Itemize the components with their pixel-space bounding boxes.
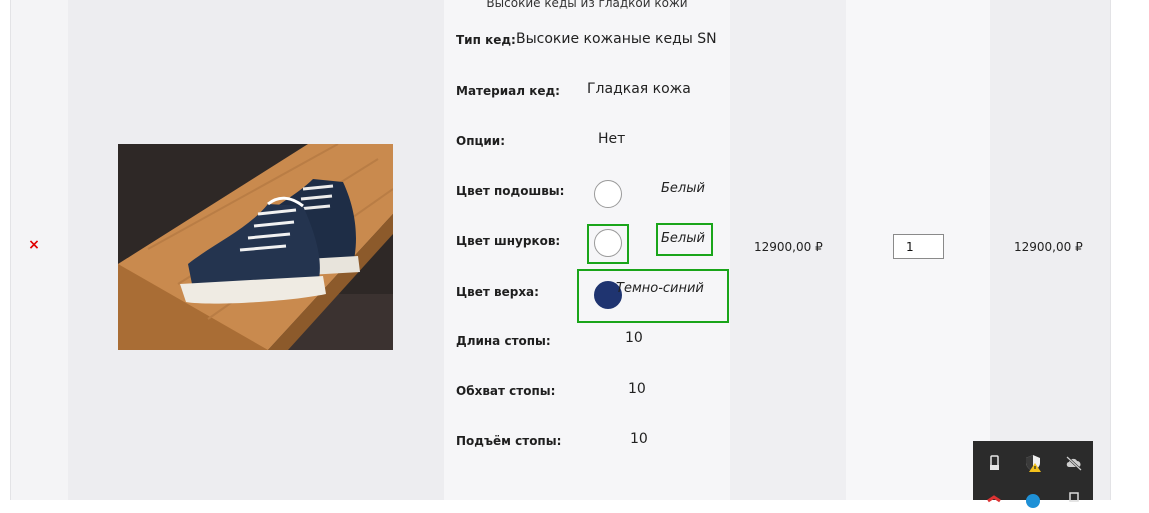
upper-color-highlight — [577, 269, 729, 323]
unit-price: 12900,00 ₽ — [754, 240, 823, 254]
option-label-foot-length: Длина стопы: — [456, 334, 551, 348]
option-value-sole-color: Белый — [661, 181, 705, 196]
usb-icon[interactable] — [984, 453, 1004, 473]
line-total: 12900,00 ₽ — [1014, 240, 1083, 254]
option-label-instep: Подъём стопы: — [456, 434, 562, 448]
quantity-input[interactable] — [893, 234, 944, 259]
sole-color-swatch — [594, 180, 622, 208]
option-value-foot-length: 10 — [625, 330, 643, 346]
option-value-instep: 10 — [630, 431, 648, 447]
shield-warning-icon[interactable] — [1023, 453, 1043, 473]
option-label-lace-color: Цвет шнурков: — [456, 234, 561, 248]
sneakers-photo — [118, 144, 393, 350]
red-app-icon[interactable] — [984, 489, 1004, 509]
product-image — [118, 144, 393, 350]
option-label-sole-color: Цвет подошвы: — [456, 184, 565, 198]
product-subtitle: Высокие кеды из гладкой кожи — [486, 0, 688, 10]
option-label-options: Опции: — [456, 134, 506, 148]
lace-value-highlight — [656, 223, 713, 256]
option-label-upper-color: Цвет верха: — [456, 285, 539, 299]
blue-app-icon[interactable] — [1023, 489, 1043, 509]
option-value-foot-girth: 10 — [628, 381, 646, 397]
option-value-options: Нет — [598, 131, 626, 147]
cloud-off-icon[interactable] — [1064, 453, 1084, 473]
option-label-foot-girth: Обхват стопы: — [456, 384, 556, 398]
remove-item-button[interactable]: × — [26, 237, 42, 253]
option-value-type: Высокие кожаные кеды SN — [516, 31, 717, 47]
option-label-material: Материал кед: — [456, 84, 560, 98]
printer-icon[interactable] — [1064, 489, 1084, 509]
option-label-type: Тип кед: — [456, 33, 516, 47]
option-value-material: Гладкая кожа — [587, 81, 691, 97]
lace-swatch-highlight — [587, 224, 629, 264]
system-tray-popup — [973, 441, 1093, 508]
